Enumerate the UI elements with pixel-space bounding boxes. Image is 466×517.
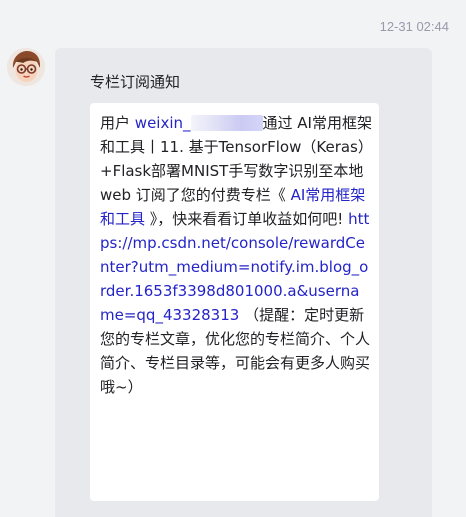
message-bubble: 专栏订阅通知 用户 weixin_ 通过 AI常用框架和工具丨11. 基于Tens…	[55, 48, 432, 517]
after-column-text: 》，快来看看订单收益如何吧!	[149, 210, 344, 228]
redacted-username-mask	[190, 115, 263, 131]
notification-card: 用户 weixin_ 通过 AI常用框架和工具丨11. 基于TensorFlow（…	[90, 103, 379, 501]
message-timestamp: 12-31 02:44	[379, 19, 449, 34]
notification-title: 专栏订阅通知	[90, 73, 181, 91]
user-prefix: 用户	[100, 114, 131, 132]
avatar-icon	[7, 48, 45, 86]
avatar[interactable]	[7, 48, 45, 86]
subscriber-username-link[interactable]: weixin_	[135, 114, 191, 132]
